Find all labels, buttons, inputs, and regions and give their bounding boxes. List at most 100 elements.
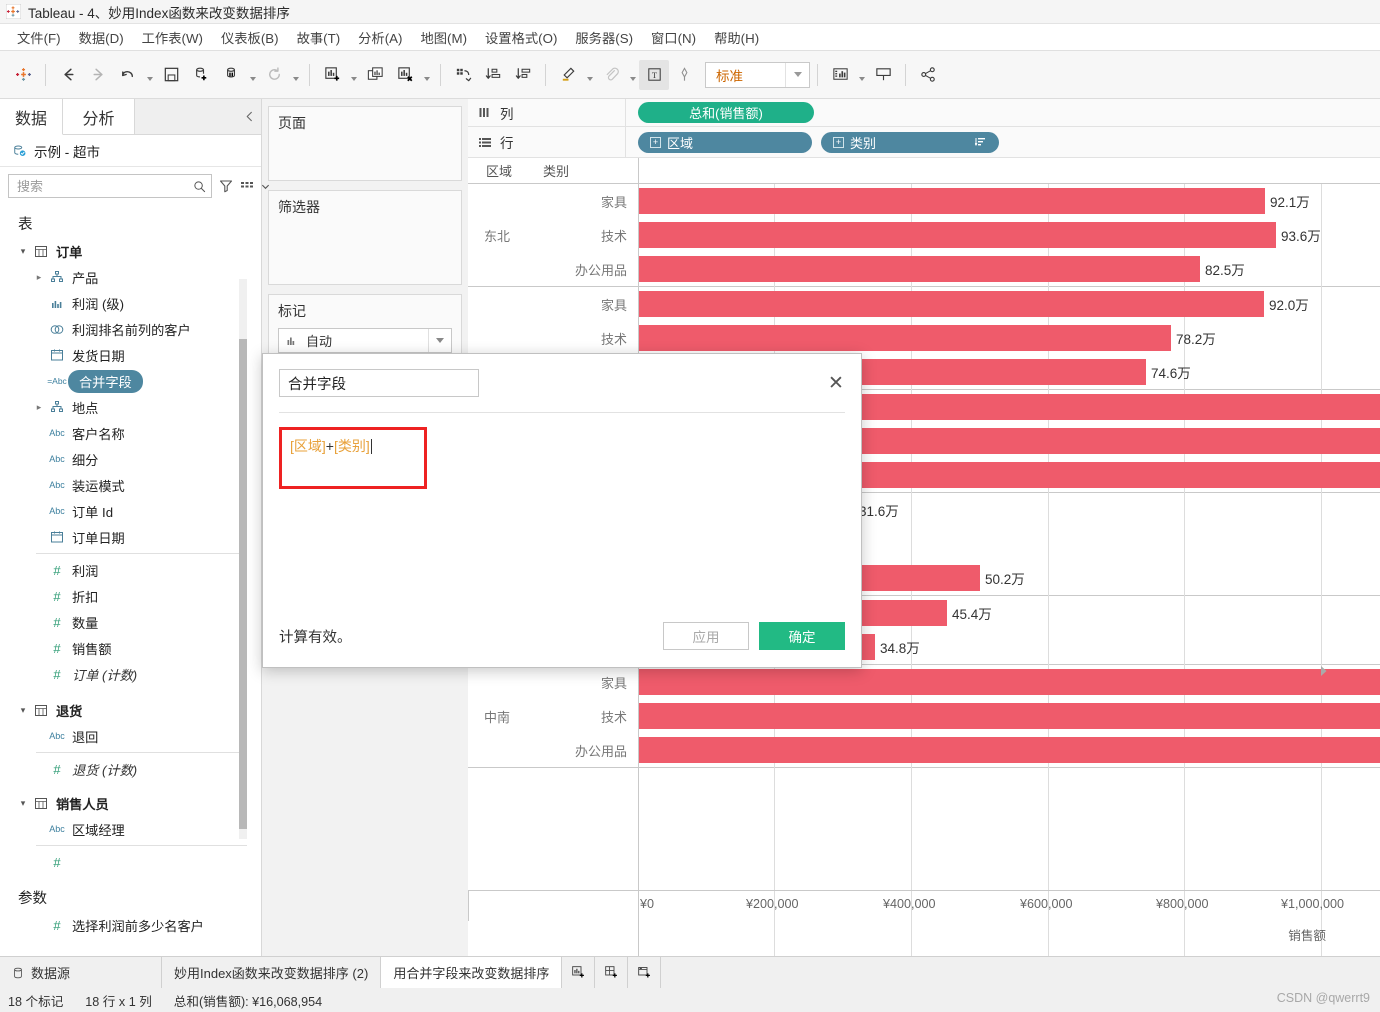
sort-asc-icon[interactable] (478, 60, 508, 90)
fix-axes-icon[interactable] (669, 60, 699, 90)
rows-shelf[interactable]: 行 + 区域 + 类别 (468, 127, 1380, 158)
columns-shelf-drop[interactable]: 总和(销售额) (626, 99, 1380, 126)
field-row-profit[interactable]: # 利润 (0, 557, 261, 583)
field-row-top-n-param[interactable]: # 选择利润前多少名客户 (0, 912, 261, 938)
bar-row[interactable]: 家具 (526, 665, 1380, 699)
bar[interactable] (639, 256, 1200, 282)
field-row-order-date[interactable]: 订单日期 (0, 524, 261, 550)
new-dashboard-icon[interactable] (595, 957, 629, 988)
apply-button[interactable]: 应用 (663, 622, 749, 650)
pause-refresh-icon[interactable] (216, 60, 246, 90)
menu-item-format[interactable]: 设置格式(O) (476, 25, 566, 50)
highlight-caret-icon[interactable] (583, 60, 596, 90)
new-worksheet-icon[interactable] (562, 957, 596, 988)
menu-item-file[interactable]: 文件(F) (8, 25, 70, 50)
tab-data[interactable]: 数据 (0, 99, 63, 135)
chevron-right-icon[interactable]: ▸ (32, 272, 46, 283)
sort-icon[interactable] (975, 137, 987, 147)
chevron-down-icon[interactable]: ▾ (16, 246, 30, 257)
pill-sum-sales[interactable]: 总和(销售额) (638, 102, 814, 123)
pause-refresh-caret-icon[interactable] (246, 60, 259, 90)
filters-card[interactable]: 筛选器 (268, 190, 462, 285)
field-row-product[interactable]: ▸ 产品 (0, 264, 261, 290)
refresh-caret-icon[interactable] (289, 60, 302, 90)
menu-item-help[interactable]: 帮助(H) (705, 25, 768, 50)
new-worksheet-icon[interactable] (317, 60, 347, 90)
grid-view-icon[interactable] (240, 179, 254, 193)
group-caret-icon[interactable] (626, 60, 639, 90)
menu-item-dashboard[interactable]: 仪表板(B) (212, 25, 288, 50)
menu-item-data[interactable]: 数据(D) (70, 25, 133, 50)
plus-box-icon[interactable]: + (833, 136, 844, 148)
scrollbar-thumb[interactable] (239, 339, 247, 829)
field-row-merged-field[interactable]: =Abc 合并字段 (0, 368, 261, 394)
tab-sheet-index[interactable]: 妙用Index函数来改变数据排序 (2) (162, 957, 382, 988)
ok-button[interactable]: 确定 (759, 622, 845, 650)
field-row-regional-manager[interactable]: Abc 区域经理 (0, 816, 261, 842)
expand-arrow-icon[interactable] (1319, 664, 1329, 678)
search-box[interactable] (8, 174, 212, 198)
show-me-icon[interactable] (825, 60, 855, 90)
bar[interactable] (639, 703, 1380, 729)
bar[interactable] (639, 222, 1276, 248)
sort-desc-icon[interactable] (508, 60, 538, 90)
field-row-returns-count[interactable]: # 退货 (计数) (0, 756, 261, 782)
chevron-right-icon[interactable]: ▸ (32, 402, 46, 413)
field-row-people-table[interactable]: ▾ 销售人员 (0, 790, 261, 816)
duplicate-sheet-icon[interactable] (360, 60, 390, 90)
field-row-discount[interactable]: # 折扣 (0, 583, 261, 609)
bar-row[interactable]: 办公用品 (526, 733, 1380, 767)
formula-editor[interactable]: [区域]+[类别] (279, 427, 427, 489)
bar-row[interactable]: 办公用品 82.5万 (526, 252, 1380, 286)
pill-region[interactable]: + 区域 (638, 131, 812, 153)
tab-data-source[interactable]: 数据源 (0, 957, 162, 988)
chevron-down-icon[interactable] (261, 182, 270, 191)
field-row-quantity[interactable]: # 数量 (0, 609, 261, 635)
tab-sheet-merged[interactable]: 用合并字段来改变数据排序 (381, 957, 563, 988)
chevron-down-icon[interactable] (785, 62, 809, 87)
back-arrow-icon[interactable] (53, 60, 83, 90)
show-labels-icon[interactable]: T (639, 59, 669, 90)
mark-type-select[interactable]: 自动 (278, 328, 452, 353)
bar-row[interactable]: 家具 92.0万 (526, 287, 1380, 321)
bar-row[interactable]: 家具 92.1万 (526, 184, 1380, 218)
forward-arrow-icon[interactable] (83, 60, 113, 90)
menu-item-server[interactable]: 服务器(S) (566, 25, 642, 50)
field-row-orders[interactable]: ▾ 订单 (0, 238, 261, 264)
menu-item-story[interactable]: 故事(T) (288, 25, 350, 50)
field-row-people-count[interactable]: # (0, 849, 261, 875)
filter-funnel-icon[interactable] (219, 179, 233, 193)
bar-row[interactable]: 技术 93.6万 (526, 218, 1380, 252)
field-row-orders-count[interactable]: # 订单 (计数) (0, 661, 261, 687)
bar[interactable] (639, 669, 1380, 695)
tab-analytics[interactable]: 分析 (63, 99, 135, 134)
pill-category[interactable]: + 类别 (821, 131, 999, 153)
bar[interactable] (639, 737, 1380, 763)
undo-caret-icon[interactable] (143, 60, 156, 90)
new-worksheet-caret-icon[interactable] (347, 60, 360, 90)
menu-item-window[interactable]: 窗口(N) (642, 25, 705, 50)
close-icon[interactable]: ✕ (823, 370, 849, 396)
bar-row[interactable]: 技术 (526, 699, 1380, 733)
field-row-ship-mode[interactable]: Abc 装运模式 (0, 472, 261, 498)
field-row-profit-bin[interactable]: 利润 (级) (0, 290, 261, 316)
chevron-down-icon[interactable]: ▾ (16, 705, 30, 716)
columns-shelf[interactable]: 列 总和(销售额) (468, 99, 1380, 127)
tableau-home-icon[interactable] (8, 60, 38, 90)
bar-row[interactable]: 技术 78.2万 (526, 321, 1380, 355)
bar[interactable] (639, 325, 1171, 351)
calculation-name-input[interactable] (279, 369, 479, 397)
new-data-source-icon[interactable] (186, 60, 216, 90)
chevron-left-icon[interactable] (244, 99, 255, 134)
datasource-row[interactable]: 示例 - 超市 (0, 135, 261, 167)
pages-card[interactable]: 页面 (268, 106, 462, 181)
swap-rows-cols-icon[interactable] (448, 60, 478, 90)
search-input[interactable] (17, 178, 193, 194)
menu-item-map[interactable]: 地图(M) (411, 25, 476, 50)
undo-icon[interactable] (113, 60, 143, 90)
field-row-returns-table[interactable]: ▾ 退货 (0, 697, 261, 723)
data-pane-scrollbar[interactable] (239, 279, 247, 839)
rows-shelf-drop[interactable]: + 区域 + 类别 (626, 127, 1380, 157)
chevron-down-icon[interactable] (428, 329, 451, 352)
clear-sheet-caret-icon[interactable] (420, 60, 433, 90)
